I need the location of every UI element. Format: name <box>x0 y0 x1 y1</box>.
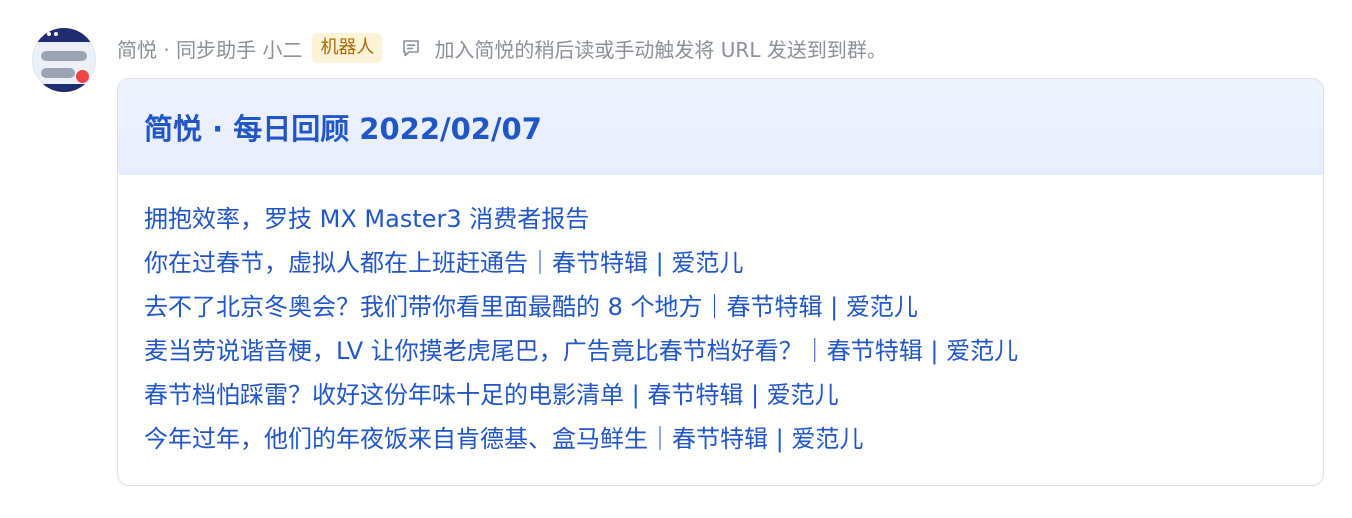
avatar-status-dot <box>76 70 89 83</box>
message-square-icon <box>400 37 422 59</box>
article-link[interactable]: 今年过年，他们的年夜饭来自肯德基、盒马鲜生｜春节特辑 | 爱范儿 <box>144 417 1297 461</box>
message-meta: 简悦 · 同步助手 小二 机器人 加入简悦的稍后读或手动触发将 URL 发送到到… <box>117 30 887 66</box>
article-link[interactable]: 拥抱效率，罗技 MX Master3 消费者报告 <box>144 197 1297 241</box>
sender-name[interactable]: 简悦 · 同步助手 小二 <box>117 34 302 63</box>
avatar-window-dots <box>40 32 58 36</box>
daily-review-card: 简悦 · 每日回顾 2022/02/07 拥抱效率，罗技 MX Master3 … <box>117 78 1324 486</box>
avatar-line <box>41 51 87 61</box>
sender-description: 加入简悦的稍后读或手动触发将 URL 发送到到群。 <box>434 37 887 62</box>
bot-avatar[interactable] <box>32 28 96 92</box>
chat-message: 简悦 · 同步助手 小二 机器人 加入简悦的稍后读或手动触发将 URL 发送到到… <box>0 0 1352 518</box>
card-title: 简悦 · 每日回顾 2022/02/07 <box>144 112 542 146</box>
bot-badge: 机器人 <box>312 33 383 63</box>
article-link[interactable]: 去不了北京冬奥会？我们带你看里面最酷的 8 个地方｜春节特辑 | 爱范儿 <box>144 285 1297 329</box>
article-link[interactable]: 春节档怕踩雷？收好这份年味十足的电影清单 | 春节特辑 | 爱范儿 <box>144 373 1297 417</box>
article-link[interactable]: 你在过春节，虚拟人都在上班赶通告｜春节特辑 | 爱范儿 <box>144 241 1297 285</box>
card-header: 简悦 · 每日回顾 2022/02/07 <box>118 79 1323 175</box>
article-link[interactable]: 麦当劳说谐音梗，LV 让你摸老虎尾巴，广告竟比春节档好看？｜春节特辑 | 爱范儿 <box>144 329 1297 373</box>
avatar-line <box>41 68 75 78</box>
card-body: 拥抱效率，罗技 MX Master3 消费者报告 你在过春节，虚拟人都在上班赶通… <box>118 175 1323 461</box>
avatar-bottom-bar <box>32 84 96 92</box>
